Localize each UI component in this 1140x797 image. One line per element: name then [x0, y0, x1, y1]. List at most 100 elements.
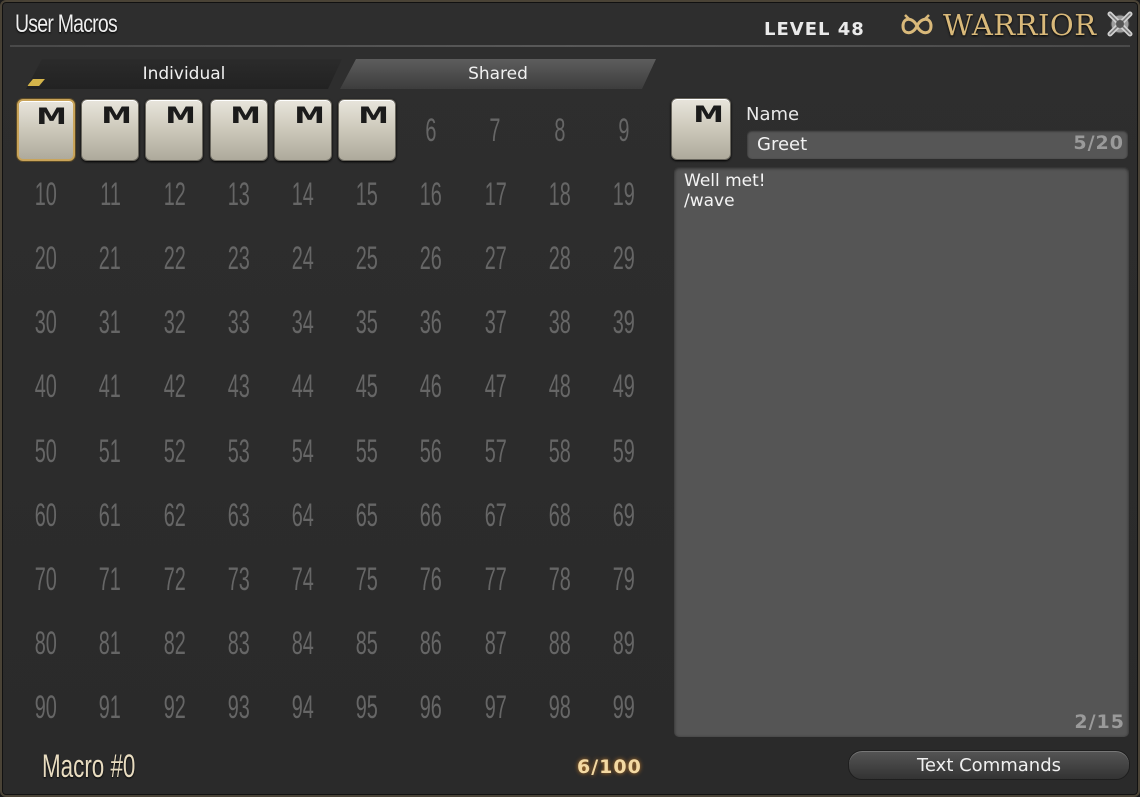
macro-slot[interactable]: 8	[528, 98, 592, 162]
macro-slot[interactable]: M	[335, 98, 399, 162]
macro-slot[interactable]: 90	[14, 676, 78, 740]
macro-slot[interactable]: 7	[463, 98, 527, 162]
macro-slot[interactable]: 24	[271, 226, 335, 290]
macro-slot[interactable]: 58	[528, 419, 592, 483]
macro-text-area[interactable]: Well met! /wave 2/15	[674, 167, 1129, 737]
macro-slot[interactable]: 21	[78, 226, 142, 290]
macro-slot[interactable]: 29	[592, 226, 656, 290]
macro-slot[interactable]: 54	[271, 419, 335, 483]
macro-slot[interactable]: 26	[399, 226, 463, 290]
macro-slot[interactable]: 51	[78, 419, 142, 483]
macro-slot[interactable]: 53	[207, 419, 271, 483]
macro-slot[interactable]: 10	[14, 162, 78, 226]
macro-slot[interactable]: 80	[14, 612, 78, 676]
macro-slot[interactable]: 36	[399, 291, 463, 355]
macro-slot[interactable]: 71	[78, 547, 142, 611]
macro-slot[interactable]: 15	[335, 162, 399, 226]
macro-slot[interactable]: 72	[142, 547, 206, 611]
macro-slot[interactable]: 47	[463, 355, 527, 419]
tab-individual[interactable]: Individual	[26, 59, 342, 89]
macro-slot[interactable]: 96	[399, 676, 463, 740]
macro-slot[interactable]: 66	[399, 483, 463, 547]
macro-slot[interactable]: 28	[528, 226, 592, 290]
macro-slot[interactable]: 22	[142, 226, 206, 290]
macro-slot[interactable]: M	[271, 98, 335, 162]
macro-slot[interactable]: 70	[14, 547, 78, 611]
macro-slot[interactable]: 75	[335, 547, 399, 611]
macro-slot[interactable]: 68	[528, 483, 592, 547]
macro-slot[interactable]: 17	[463, 162, 527, 226]
macro-slot[interactable]: 30	[14, 291, 78, 355]
macro-slot[interactable]: M	[207, 98, 271, 162]
macro-slot[interactable]: 6	[399, 98, 463, 162]
macro-slot[interactable]: 56	[399, 419, 463, 483]
macro-slot[interactable]: 94	[271, 676, 335, 740]
macro-slot[interactable]: 76	[399, 547, 463, 611]
macro-slot[interactable]: 97	[463, 676, 527, 740]
macro-slot[interactable]: 11	[78, 162, 142, 226]
macro-slot[interactable]: 62	[142, 483, 206, 547]
macro-slot[interactable]: 88	[528, 612, 592, 676]
macro-slot[interactable]: 63	[207, 483, 271, 547]
macro-slot[interactable]: 99	[592, 676, 656, 740]
macro-slot[interactable]: 95	[335, 676, 399, 740]
macro-slot[interactable]: 12	[142, 162, 206, 226]
macro-slot[interactable]: 34	[271, 291, 335, 355]
macro-slot[interactable]: 93	[207, 676, 271, 740]
macro-slot[interactable]: 9	[592, 98, 656, 162]
macro-name-input[interactable]: Greet 5/20	[747, 130, 1128, 159]
macro-slot[interactable]: 67	[463, 483, 527, 547]
macro-slot[interactable]: 52	[142, 419, 206, 483]
macro-slot[interactable]: 85	[335, 612, 399, 676]
macro-slot[interactable]: 64	[271, 483, 335, 547]
macro-slot[interactable]: 45	[335, 355, 399, 419]
macro-slot[interactable]: 59	[592, 419, 656, 483]
macro-slot[interactable]: 57	[463, 419, 527, 483]
macro-slot[interactable]: M	[142, 98, 206, 162]
macro-slot[interactable]: 46	[399, 355, 463, 419]
close-icon[interactable]	[1104, 8, 1136, 40]
macro-slot[interactable]: 49	[592, 355, 656, 419]
macro-slot[interactable]: 84	[271, 612, 335, 676]
macro-slot[interactable]: 14	[271, 162, 335, 226]
macro-slot[interactable]: 73	[207, 547, 271, 611]
selected-macro-icon[interactable]: M	[671, 98, 731, 160]
macro-slot[interactable]: M	[78, 98, 142, 162]
macro-slot[interactable]: 19	[592, 162, 656, 226]
macro-slot[interactable]: 38	[528, 291, 592, 355]
macro-slot[interactable]: 89	[592, 612, 656, 676]
macro-slot[interactable]: 86	[399, 612, 463, 676]
macro-slot[interactable]: 55	[335, 419, 399, 483]
macro-slot[interactable]: 81	[78, 612, 142, 676]
macro-slot[interactable]: 23	[207, 226, 271, 290]
macro-slot[interactable]: 92	[142, 676, 206, 740]
macro-slot[interactable]: 40	[14, 355, 78, 419]
macro-slot[interactable]: 41	[78, 355, 142, 419]
macro-slot[interactable]: 13	[207, 162, 271, 226]
macro-slot[interactable]: 18	[528, 162, 592, 226]
macro-slot[interactable]: 74	[271, 547, 335, 611]
macro-slot[interactable]: 50	[14, 419, 78, 483]
macro-slot[interactable]: 43	[207, 355, 271, 419]
macro-slot[interactable]: 16	[399, 162, 463, 226]
macro-slot[interactable]: 61	[78, 483, 142, 547]
macro-slot[interactable]: 39	[592, 291, 656, 355]
tab-shared[interactable]: Shared	[340, 59, 656, 89]
macro-slot[interactable]: 37	[463, 291, 527, 355]
macro-slot[interactable]: 87	[463, 612, 527, 676]
macro-slot[interactable]: 65	[335, 483, 399, 547]
macro-slot[interactable]: 25	[335, 226, 399, 290]
macro-slot[interactable]: 78	[528, 547, 592, 611]
macro-slot[interactable]: 82	[142, 612, 206, 676]
macro-slot[interactable]: 69	[592, 483, 656, 547]
macro-slot[interactable]: 98	[528, 676, 592, 740]
macro-slot[interactable]: 77	[463, 547, 527, 611]
macro-slot[interactable]: 83	[207, 612, 271, 676]
macro-slot[interactable]: 91	[78, 676, 142, 740]
macro-slot[interactable]: 42	[142, 355, 206, 419]
macro-slot[interactable]: 44	[271, 355, 335, 419]
macro-slot[interactable]: 35	[335, 291, 399, 355]
text-commands-button[interactable]: Text Commands	[848, 750, 1130, 780]
macro-slot[interactable]: 32	[142, 291, 206, 355]
macro-slot[interactable]: 48	[528, 355, 592, 419]
